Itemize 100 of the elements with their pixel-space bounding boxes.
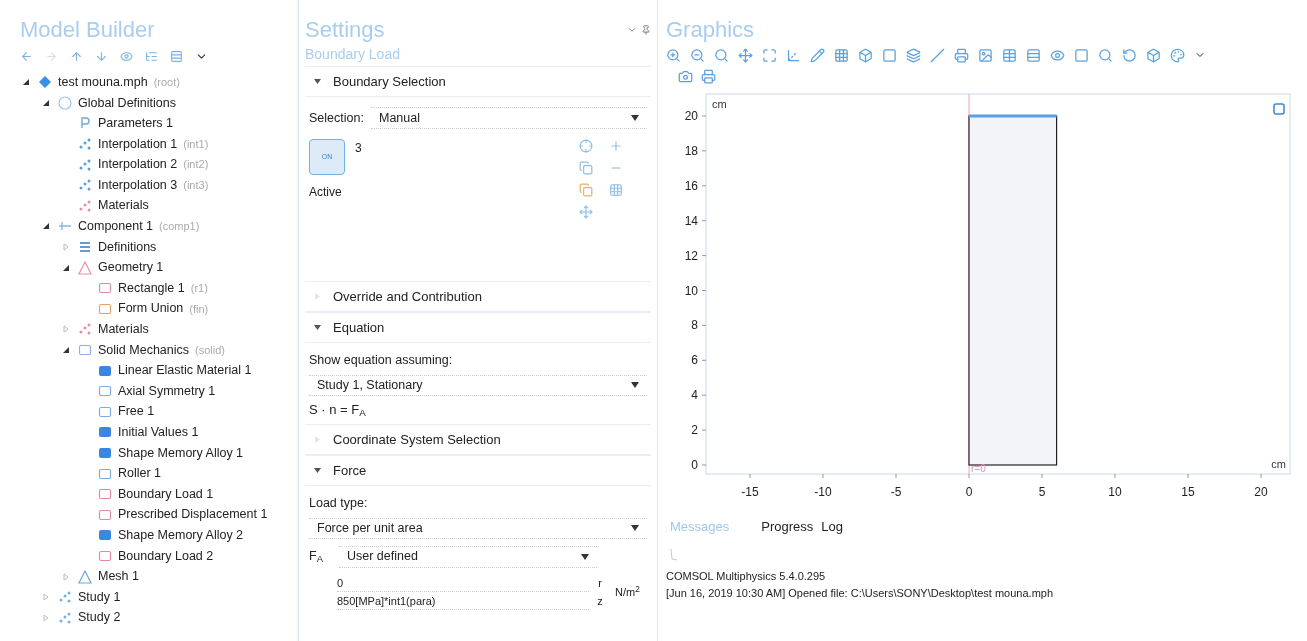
layers-icon[interactable]	[906, 47, 921, 63]
log-line: COMSOL Multiphysics 5.4.0.295	[666, 569, 827, 584]
zoom-in-icon[interactable]	[666, 47, 681, 63]
collapse-arrow-icon[interactable]	[313, 467, 321, 473]
menu-icon[interactable]	[627, 25, 637, 35]
cube-icon[interactable]	[1146, 47, 1161, 63]
axis-tick-label: 4	[691, 388, 698, 403]
dropdown-arrow-icon[interactable]	[631, 525, 639, 532]
expand-arrow-icon[interactable]	[62, 263, 70, 272]
reset-icon[interactable]	[1122, 47, 1137, 63]
move-up-icon[interactable]	[70, 49, 83, 63]
tree-item[interactable]: Interpolation 2	[98, 155, 178, 175]
section-header[interactable]: Coordinate System Selection	[333, 429, 501, 449]
box-icon[interactable]	[858, 47, 873, 63]
vector-input[interactable]: 0	[337, 574, 589, 593]
tree-item[interactable]: Free 1	[118, 402, 155, 422]
force-symbol: F$_{A}$	[309, 548, 324, 566]
select-icon[interactable]	[579, 139, 593, 153]
dropdown-arrow-icon[interactable]	[631, 382, 639, 389]
pencil-icon[interactable]	[810, 47, 825, 63]
pin-icon[interactable]	[641, 25, 651, 35]
section-header[interactable]: Equation	[333, 317, 385, 338]
slash-icon[interactable]	[930, 47, 945, 63]
palette-icon[interactable]	[1170, 47, 1185, 63]
printer-icon[interactable]	[701, 68, 716, 84]
load-type-dropdown[interactable]: Force per unit area	[309, 517, 647, 539]
dropdown-arrow-icon[interactable]	[581, 553, 589, 560]
paste-icon[interactable]	[579, 183, 593, 197]
add-icon[interactable]	[609, 139, 623, 153]
message-tab[interactable]: Log	[821, 517, 843, 537]
tree-item[interactable]: Boundary Load 2	[118, 546, 214, 566]
tree-item-tag: (fin)	[189, 300, 209, 318]
camera-icon[interactable]	[678, 68, 693, 84]
globe-icon	[58, 95, 72, 110]
expand-arrow-icon[interactable]	[62, 346, 70, 354]
collapse-arrow-icon[interactable]	[313, 79, 321, 84]
tree-item[interactable]: Linear Elastic Material 1	[118, 361, 252, 380]
tree-item[interactable]: test mouna.mph	[58, 72, 148, 92]
section-header[interactable]: Force	[333, 460, 367, 480]
collapse-tree-icon[interactable]	[170, 49, 183, 63]
printer-icon[interactable]	[954, 47, 969, 63]
vector-input[interactable]: 850[MPa]*int1(para)	[337, 592, 589, 611]
selection-item[interactable]: 3	[355, 139, 579, 157]
clear-icon[interactable]	[609, 183, 623, 197]
tree-item[interactable]: Boundary Load 1	[118, 484, 214, 504]
zoom-box-icon[interactable]	[714, 47, 729, 63]
tree-item[interactable]: Prescribed Displacement 1	[118, 505, 268, 525]
eye-icon[interactable]	[1050, 47, 1065, 63]
copy-icon[interactable]	[579, 161, 593, 175]
load-icon	[98, 548, 112, 563]
window-icon[interactable]	[1074, 47, 1089, 63]
back-icon[interactable]	[20, 49, 33, 63]
zoom-selection-icon[interactable]	[579, 205, 593, 219]
tree-item[interactable]: Interpolation 3	[98, 175, 178, 195]
table-icon[interactable]	[1002, 47, 1017, 63]
tree-item[interactable]: Study 1	[78, 587, 121, 607]
tree-item[interactable]: Materials	[98, 320, 149, 339]
mesh-icon	[78, 569, 92, 584]
tree-item[interactable]: Study 2	[78, 608, 121, 628]
section-header[interactable]: Boundary Selection	[333, 71, 446, 92]
axes-icon[interactable]	[786, 47, 801, 63]
tree-item[interactable]: Form Union	[118, 299, 184, 319]
expand-arrow-icon[interactable]	[22, 78, 30, 87]
force-mode-dropdown[interactable]: User defined	[339, 545, 597, 568]
tree-item[interactable]: Roller 1	[118, 464, 162, 483]
tree-item[interactable]: Parameters 1	[98, 114, 174, 133]
tree-item[interactable]: Shape Memory Alloy 2	[118, 526, 244, 545]
zoom-extents-icon[interactable]	[762, 47, 777, 63]
inspect-icon[interactable]	[1098, 47, 1113, 63]
frame-icon[interactable]	[882, 47, 897, 63]
collapse-arrow-icon[interactable]	[313, 325, 321, 330]
view-icon[interactable]	[120, 49, 133, 63]
dropdown-arrow-icon[interactable]	[631, 115, 639, 121]
tree-item[interactable]: Interpolation 1	[98, 134, 178, 154]
move-icon[interactable]	[738, 47, 753, 63]
study-dropdown[interactable]: Study 1, Stationary	[309, 375, 647, 396]
section-header[interactable]: Override and Contribution	[333, 286, 482, 307]
message-tab[interactable]: Progress	[761, 517, 814, 537]
tree-item[interactable]: Materials	[98, 196, 149, 216]
expand-arrow-icon[interactable]	[42, 222, 50, 231]
tree-item[interactable]: Mesh 1	[98, 567, 139, 586]
tree-item[interactable]: Axial Symmetry 1	[118, 381, 216, 401]
tree-item[interactable]: Rectangle 1	[118, 278, 185, 298]
tree-item[interactable]: Solid Mechanics	[98, 340, 189, 360]
move-down-icon[interactable]	[95, 49, 108, 63]
tree-item[interactable]: Geometry 1	[98, 258, 164, 277]
tree-item[interactable]: Component 1	[78, 217, 154, 236]
field-label: Selection:	[309, 109, 363, 127]
rows-icon[interactable]	[1026, 47, 1041, 63]
tree-item[interactable]: Initial Values 1	[118, 423, 199, 442]
tree-item[interactable]: Shape Memory Alloy 1	[118, 443, 244, 463]
grid-icon[interactable]	[834, 47, 849, 63]
expand-tree-icon[interactable]	[145, 49, 158, 63]
tree-item[interactable]: Global Definitions	[78, 93, 176, 113]
selection-dropdown[interactable]: Manual	[371, 107, 647, 129]
expand-arrow-icon[interactable]	[42, 98, 50, 107]
image-icon[interactable]	[978, 47, 993, 63]
boundary-icon	[98, 466, 112, 481]
tree-item[interactable]: Definitions	[98, 237, 157, 257]
zoom-out-icon[interactable]	[690, 47, 705, 63]
